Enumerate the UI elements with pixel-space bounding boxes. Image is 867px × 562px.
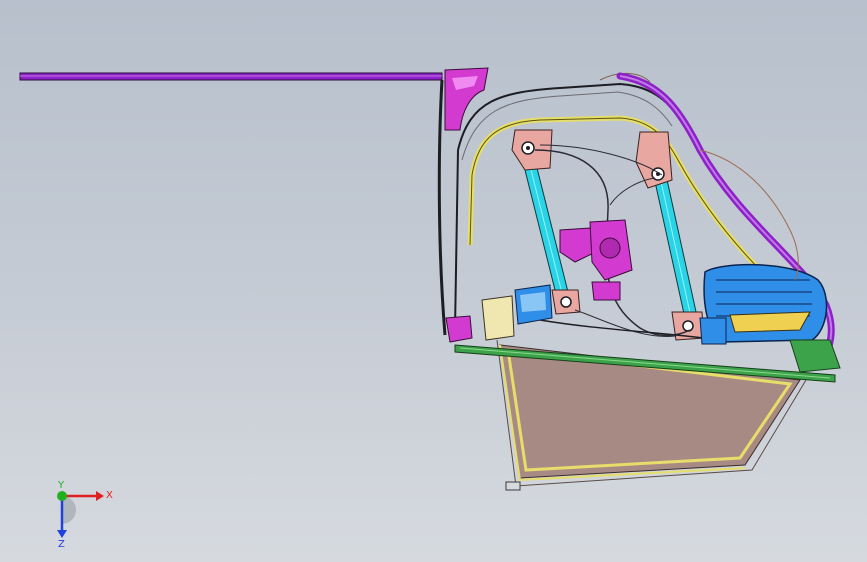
triad-y-axis: Y — [57, 480, 67, 501]
top-rail[interactable] — [19, 72, 443, 81]
triad-y-label: Y — [57, 480, 65, 491]
bottom-clip[interactable] — [505, 481, 521, 491]
triad-x-label: X — [106, 490, 113, 501]
regulator-rail-rear[interactable] — [651, 165, 701, 333]
triad-z-label: Z — [58, 539, 65, 548]
latch-bracket[interactable] — [481, 295, 515, 341]
corner-bracket-top[interactable] — [444, 67, 489, 131]
corner-bracket-bottom[interactable] — [445, 315, 473, 343]
regulator-mount-rear-top[interactable] — [635, 131, 673, 189]
rear-latch-assembly[interactable] — [699, 263, 828, 345]
orientation-triad: X Z Y — [57, 480, 113, 548]
cad-3d-viewport[interactable]: X Z Y — [0, 0, 867, 562]
front-actuator[interactable] — [514, 284, 553, 325]
door-assembly-model[interactable] — [0, 0, 867, 562]
window-motor[interactable] — [559, 219, 633, 301]
regulator-rail-front[interactable] — [519, 147, 571, 303]
